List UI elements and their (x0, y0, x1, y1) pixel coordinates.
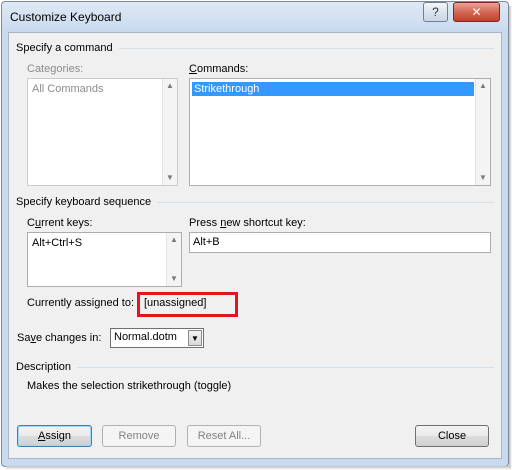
close-icon: ✕ (471, 5, 482, 19)
close-window-button[interactable]: ✕ (453, 2, 500, 22)
categories-list[interactable]: All Commands ▲ ▼ (27, 78, 178, 186)
scroll-up-icon[interactable]: ▲ (170, 233, 178, 247)
save-changes-label: Save changes in: (17, 332, 102, 344)
description-text: Makes the selection strikethrough (toggl… (27, 380, 232, 392)
section-title: Description (16, 361, 72, 373)
description-section-heading: Description (16, 361, 494, 373)
scroll-down-icon[interactable]: ▼ (170, 272, 178, 286)
remove-button[interactable]: Remove (102, 425, 176, 447)
reset-all-button[interactable]: Reset All... (187, 425, 261, 447)
new-shortcut-input[interactable]: Alt+B (189, 232, 491, 253)
help-button[interactable]: ? (423, 2, 448, 22)
section-title: Specify a command (16, 42, 113, 54)
section-title: Specify keyboard sequence (16, 196, 152, 208)
new-shortcut-label: Press new shortcut key: (189, 217, 306, 229)
commands-label: Commands: (189, 63, 249, 75)
scroll-down-icon[interactable]: ▼ (479, 171, 487, 185)
keyboard-section-heading: Specify keyboard sequence (16, 196, 494, 208)
dialog-body: Specify a command Categories: All Comman… (8, 32, 502, 459)
categories-label: Categories: (27, 63, 84, 75)
scroll-up-icon[interactable]: ▲ (166, 79, 174, 93)
scroll-up-icon[interactable]: ▲ (479, 79, 487, 93)
categories-scrollbar[interactable]: ▲ ▼ (162, 79, 177, 185)
scroll-down-icon[interactable]: ▼ (166, 171, 174, 185)
command-section-heading: Specify a command (16, 42, 494, 54)
assigned-label: Currently assigned to: (27, 297, 134, 309)
dropdown-arrow-icon[interactable]: ▼ (188, 330, 202, 346)
list-item[interactable]: Strikethrough (192, 82, 474, 96)
list-item[interactable]: Alt+Ctrl+S (30, 236, 165, 250)
help-icon: ? (432, 5, 439, 19)
list-item[interactable]: All Commands (30, 82, 161, 96)
save-changes-select[interactable]: Normal.dotm ▼ (110, 328, 204, 348)
dialog-title: Customize Keyboard (10, 10, 122, 24)
close-button[interactable]: Close (415, 425, 489, 447)
current-keys-label: Current keys: (27, 217, 93, 229)
assign-button[interactable]: Assign (17, 425, 92, 447)
commands-scrollbar[interactable]: ▲ ▼ (475, 79, 490, 185)
window-shadow (6, 466, 511, 470)
save-changes-value: Normal.dotm (114, 331, 177, 343)
commands-list[interactable]: Strikethrough ▲ ▼ (189, 78, 491, 186)
current-keys-scrollbar[interactable]: ▲ ▼ (166, 233, 181, 286)
current-keys-list[interactable]: Alt+Ctrl+S ▲ ▼ (27, 232, 182, 287)
assigned-value: [unassigned] (144, 297, 207, 309)
